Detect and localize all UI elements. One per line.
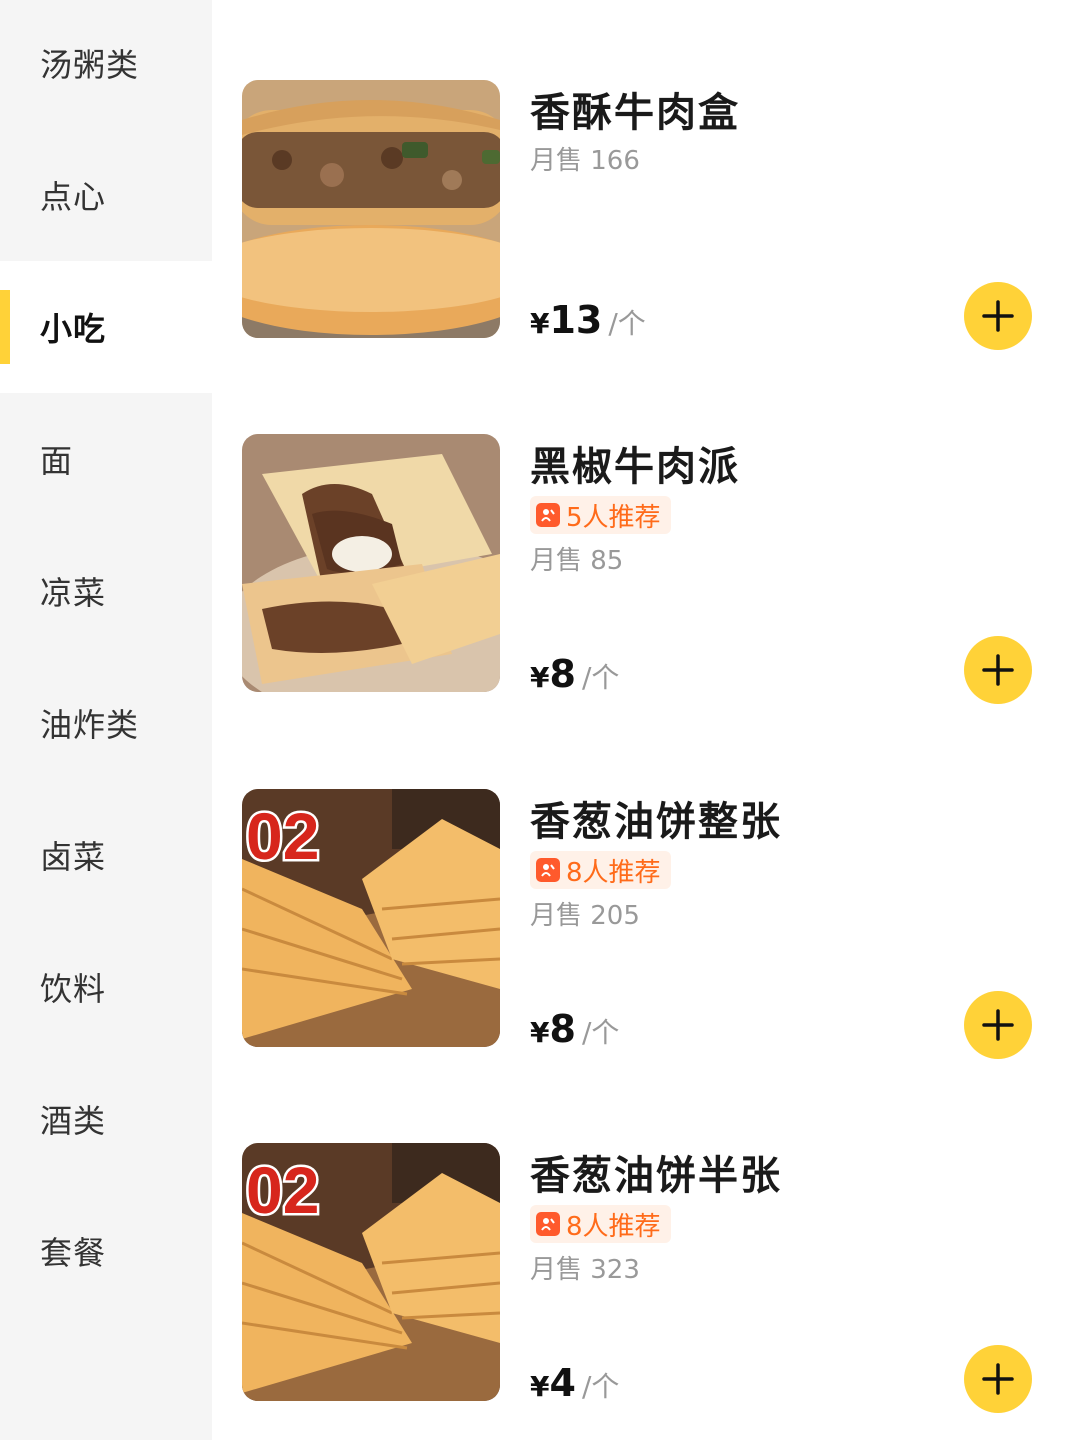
price-amount: 8 [549,652,576,696]
price-unit: /个 [581,661,620,694]
product-price: ¥ 4 /个 [530,1361,619,1405]
category-dimsum[interactable]: 点心 [0,129,212,261]
product-price: ¥ 8 /个 [530,1007,619,1051]
category-label: 酒类 [40,1102,107,1140]
category-set-meal[interactable]: 套餐 [0,1185,212,1317]
price-unit: /个 [608,307,646,340]
category-snacks[interactable]: 小吃 [0,261,212,393]
recommend-badge: 5人推荐 [530,496,671,534]
category-braised[interactable]: 卤菜 [0,789,212,921]
currency-symbol: ¥ [530,307,550,340]
recommend-count: 8人推荐 [566,1211,661,1242]
product-item[interactable]: 02 香葱油饼整张 8人推荐 月售 205 ¥ 8 /个 [242,789,1062,1059]
category-label: 面 [40,442,74,480]
category-label: 凉菜 [40,574,107,612]
image-label: 02 [246,1153,319,1227]
price-unit: /个 [581,1370,620,1403]
category-label: 汤粥类 [40,46,140,84]
category-label: 卤菜 [40,838,107,876]
product-name: 黑椒牛肉派 [530,444,740,490]
recommend-count: 5人推荐 [566,502,661,533]
recommend-badge: 8人推荐 [530,851,671,889]
product-image[interactable]: 02 [242,789,500,1047]
category-sidebar: 汤粥类 点心 小吃 面 凉菜 油炸类 卤菜 饮料 酒类 套餐 [0,0,212,1440]
monthly-sales: 月售 166 [530,146,640,176]
recommend-icon [536,1212,560,1236]
currency-symbol: ¥ [530,661,550,694]
product-name: 香酥牛肉盒 [530,90,740,136]
category-label: 套餐 [40,1234,107,1272]
monthly-sales: 月售 205 [530,901,640,931]
product-image[interactable]: 02 [242,1143,500,1401]
product-item[interactable]: 02 香葱油饼半张 8人推荐 月售 323 ¥ 4 /个 [242,1143,1062,1413]
price-unit: /个 [581,1016,620,1049]
category-soup[interactable]: 汤粥类 [0,0,212,129]
category-label: 饮料 [40,970,107,1008]
plus-icon [982,654,1014,686]
category-label: 点心 [40,178,107,216]
product-price: ¥ 8 /个 [530,652,619,696]
image-label: 02 [246,799,319,873]
add-to-cart-button[interactable] [964,991,1032,1059]
category-cold-dishes[interactable]: 凉菜 [0,525,212,657]
category-drinks[interactable]: 饮料 [0,921,212,1053]
product-image[interactable] [242,80,500,338]
category-liquor[interactable]: 酒类 [0,1053,212,1185]
category-noodles[interactable]: 面 [0,393,212,525]
add-to-cart-button[interactable] [964,1345,1032,1413]
product-price: ¥ 13 /个 [530,298,646,342]
recommend-icon [536,858,560,882]
product-image[interactable] [242,434,500,692]
price-amount: 4 [549,1361,576,1405]
product-name: 香葱油饼整张 [530,799,782,845]
price-amount: 8 [549,1007,576,1051]
plus-icon [982,1009,1014,1041]
plus-icon [982,300,1014,332]
recommend-count: 8人推荐 [566,857,661,888]
price-amount: 13 [549,298,603,342]
monthly-sales: 月售 323 [530,1255,640,1285]
currency-symbol: ¥ [530,1016,550,1049]
recommend-icon [536,503,560,527]
recommend-badge: 8人推荐 [530,1205,671,1243]
product-item[interactable]: 黑椒牛肉派 5人推荐 月售 85 ¥ 8 /个 [242,434,1062,704]
add-to-cart-button[interactable] [964,636,1032,704]
product-item[interactable]: 香酥牛肉盒 月售 166 ¥ 13 /个 [242,80,1062,350]
category-label: 小吃 [40,310,107,348]
plus-icon [982,1363,1014,1395]
menu-page: 汤粥类 点心 小吃 面 凉菜 油炸类 卤菜 饮料 酒类 套餐 香酥牛肉盒 月售 … [0,0,1080,1440]
product-list: 香酥牛肉盒 月售 166 ¥ 13 /个 黑椒牛肉派 5人推荐 月售 85 ¥ … [212,0,1080,1440]
category-fried[interactable]: 油炸类 [0,657,212,789]
product-name: 香葱油饼半张 [530,1153,782,1199]
monthly-sales: 月售 85 [530,546,624,576]
add-to-cart-button[interactable] [964,282,1032,350]
category-label: 油炸类 [40,706,140,744]
currency-symbol: ¥ [530,1370,550,1403]
